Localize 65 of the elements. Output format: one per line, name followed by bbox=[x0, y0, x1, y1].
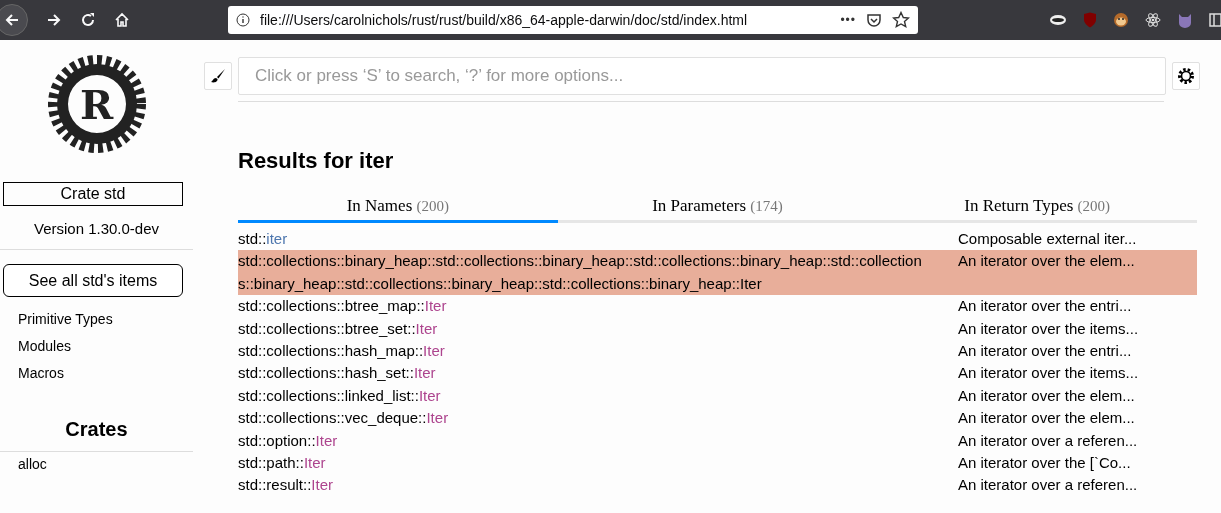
results-tab[interactable]: In Parameters (174) bbox=[557, 194, 878, 223]
result-path: std::collections::btree_set::Iter bbox=[238, 318, 439, 339]
atom-icon[interactable] bbox=[1145, 12, 1161, 28]
result-row[interactable]: std::path::Iter An iterator over the [`Co... bbox=[238, 452, 1197, 475]
result-row[interactable]: std::collections::hash_set::Iter An iterator over the items... bbox=[238, 362, 1197, 385]
result-path: std::collections::linked_list::Iter bbox=[238, 385, 442, 406]
result-description: An iterator over the items... bbox=[958, 363, 1139, 384]
result-description: An iterator over a referen... bbox=[958, 475, 1138, 496]
result-row[interactable] bbox=[238, 250, 1197, 296]
more-actions-button[interactable]: ••• bbox=[840, 13, 856, 27]
result-description: An iterator over a referen... bbox=[958, 430, 1138, 451]
monkey-icon[interactable] bbox=[1113, 12, 1129, 28]
sidebar-link[interactable]: Macros bbox=[0, 361, 193, 388]
cat-icon[interactable] bbox=[1177, 12, 1193, 28]
result-row[interactable]: std::collections::vec_deque::Iter An iterator over the elem... bbox=[238, 407, 1197, 430]
result-description: An iterator over the entri... bbox=[958, 341, 1132, 362]
result-description: An iterator over the elem... bbox=[958, 385, 1135, 406]
version-label: Version 1.30.0-dev bbox=[32, 220, 161, 237]
result-path: std::iter bbox=[238, 229, 289, 249]
sidebar-icon[interactable] bbox=[1209, 12, 1221, 28]
result-path: std::collections::hash_map::Iter bbox=[238, 341, 446, 362]
crate-title: Crate std bbox=[3, 182, 183, 206]
result-description: An iterator over the elem... bbox=[958, 251, 1135, 272]
results-heading: Results for iter bbox=[238, 148, 395, 174]
result-description: An iterator over the elem... bbox=[958, 408, 1135, 429]
star-icon[interactable] bbox=[892, 11, 910, 29]
info-icon[interactable] bbox=[236, 13, 250, 27]
result-row[interactable]: std::collections::linked_list::Iter An iterator over the elem... bbox=[238, 384, 1197, 408]
result-path: std::collections::btree_map::Iter bbox=[238, 296, 448, 317]
result-path: std::result::Iter bbox=[238, 475, 335, 496]
result-description: Composable external iter... bbox=[958, 229, 1137, 249]
result-description: An iterator over the items... bbox=[958, 318, 1139, 339]
all-items-button[interactable]: See all std's items bbox=[3, 264, 183, 297]
reload-icon[interactable] bbox=[80, 12, 96, 28]
result-row[interactable]: std::collections::btree_map::Iter An iterator over the entri... bbox=[238, 295, 1197, 318]
search-field[interactable]: Click or press ‘S’ to search, ‘?’ for more options... bbox=[238, 57, 1166, 95]
result-path: std::option::Iter bbox=[238, 430, 339, 451]
mask-icon[interactable] bbox=[1049, 13, 1067, 27]
crates-heading: Crates bbox=[64, 418, 129, 441]
back-button[interactable] bbox=[0, 4, 28, 36]
address-bar[interactable]: file:///Users/carolnichols/rust/rust/build/x86_64-apple-darwin/doc/std/index.html ••• bbox=[228, 6, 918, 34]
results-tab[interactable]: In Return Types (200) bbox=[877, 194, 1197, 223]
url-text: file:///Users/carolnichols/rust/rust/build/x86_64-apple-darwin/doc/std/index.html bbox=[260, 12, 749, 28]
result-row[interactable]: std::collections::hash_map::Iter An iterator over the entri... bbox=[238, 340, 1197, 363]
results-tab[interactable]: In Names (200) bbox=[238, 194, 558, 223]
crate-link[interactable]: alloc bbox=[0, 452, 193, 479]
result-description: An iterator over the [`Co... bbox=[958, 453, 1131, 474]
forward-icon[interactable] bbox=[46, 12, 62, 28]
result-row[interactable]: std::iter Composable external iter... bbox=[238, 228, 1197, 251]
result-path: std::collections::vec_deque::Iter bbox=[238, 408, 450, 429]
sidebar-link[interactable]: Primitive Types bbox=[0, 307, 193, 334]
logo-letter: R bbox=[79, 80, 114, 128]
result-description: An iterator over the entri... bbox=[958, 296, 1132, 317]
home-icon[interactable] bbox=[114, 12, 130, 28]
sidebar-link[interactable]: Modules bbox=[0, 334, 193, 361]
pocket-icon[interactable] bbox=[866, 12, 882, 28]
settings-button[interactable] bbox=[1172, 62, 1200, 90]
result-path: std::collections::hash_set::Iter bbox=[238, 363, 437, 384]
result-row[interactable]: std::result::Iter An iterator over a referen... bbox=[238, 474, 1197, 497]
theme-button[interactable] bbox=[204, 62, 232, 90]
result-row[interactable]: std::collections::btree_set::Iter An iterator over the items... bbox=[238, 317, 1197, 341]
result-path: std::path::Iter bbox=[238, 453, 327, 474]
settings-icon bbox=[1177, 67, 1195, 85]
result-row[interactable]: std::option::Iter An iterator over a referen... bbox=[238, 429, 1197, 453]
back-arrow-icon bbox=[4, 12, 20, 28]
